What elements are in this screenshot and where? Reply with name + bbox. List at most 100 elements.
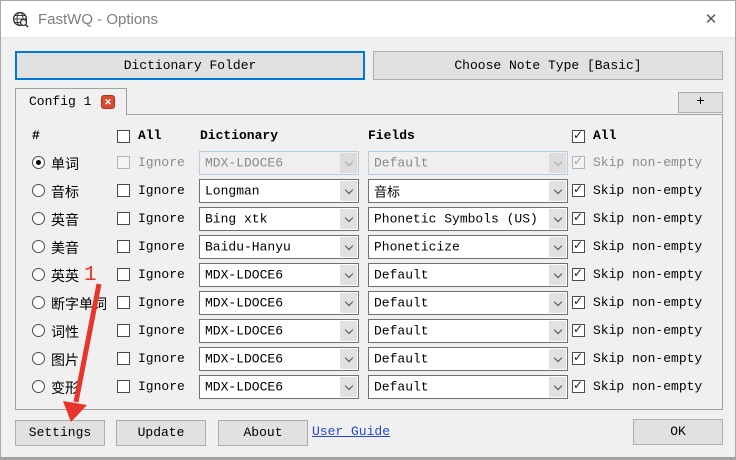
fields-select[interactable]: Phoneticize — [368, 235, 568, 259]
table-row: 变形 ✓ Ignore MDX-LDOCE6 Default ✓ Skip non-empt… — [16, 373, 722, 401]
chevron-down-icon — [549, 237, 566, 257]
dictionary-select[interactable]: MDX-LDOCE6 — [199, 263, 359, 287]
tab-label: Config 1 — [29, 94, 92, 109]
dictionary-select[interactable]: Longman — [199, 179, 359, 203]
ignore-checkbox[interactable]: ✓ — [117, 212, 130, 225]
skip-checkbox[interactable]: ✓ — [572, 378, 585, 393]
column-header-all-right: All — [593, 128, 617, 143]
row-radio[interactable] — [32, 184, 45, 197]
globe-search-icon — [12, 11, 29, 28]
skip-checkbox[interactable]: ✓ — [572, 322, 585, 337]
field-value: Default — [374, 155, 429, 171]
chevron-down-icon — [340, 153, 357, 173]
column-header-fields: Fields — [368, 128, 415, 143]
ignore-checkbox[interactable]: ✓ — [117, 156, 130, 169]
add-config-tab-button[interactable]: + — [678, 92, 723, 113]
skip-label: Skip non-empty — [593, 239, 703, 254]
skip-label: Skip non-empty — [593, 211, 703, 226]
dictionary-select[interactable]: MDX-LDOCE6 — [199, 319, 359, 343]
dictionary-select[interactable]: Baidu-Hanyu — [199, 235, 359, 259]
close-icon[interactable]: ✕ — [697, 8, 725, 32]
user-guide-link[interactable]: User Guide — [312, 424, 390, 439]
skip-checkbox[interactable]: ✓ — [572, 210, 585, 225]
skip-checkbox[interactable]: ✓ — [572, 294, 585, 309]
all-ignore-checkbox[interactable]: ✓ — [117, 130, 130, 143]
field-value: Phoneticize — [374, 239, 460, 255]
fields-select[interactable]: Default — [368, 375, 568, 399]
row-radio[interactable] — [32, 324, 45, 337]
update-button[interactable]: Update — [116, 420, 206, 446]
fields-select[interactable]: 音标 — [368, 179, 568, 203]
ignore-checkbox[interactable]: ✓ — [117, 324, 130, 337]
fields-select[interactable]: Default — [368, 347, 568, 371]
column-header-number: # — [32, 128, 40, 143]
table-row: 断字单词 ✓ Ignore MDX-LDOCE6 Default ✓ Skip non-em… — [16, 289, 722, 317]
row-label: 美音 — [51, 242, 79, 258]
dictionary-value: Baidu-Hanyu — [205, 239, 291, 255]
ignore-checkbox[interactable]: ✓ — [117, 184, 130, 197]
table-row: 英英 ✓ Ignore MDX-LDOCE6 Default ✓ Skip non-empt… — [16, 261, 722, 289]
fields-select[interactable]: Default — [368, 291, 568, 315]
ignore-label: Ignore — [138, 295, 185, 310]
column-header-dictionary: Dictionary — [200, 128, 279, 143]
row-label: 英英 — [51, 270, 79, 286]
dictionary-select[interactable]: Bing xtk — [199, 207, 359, 231]
ignore-label: Ignore — [138, 323, 185, 338]
all-skip-checkbox[interactable]: ✓ — [572, 128, 585, 143]
skip-checkbox[interactable]: ✓ — [572, 154, 585, 169]
chevron-down-icon — [340, 349, 357, 369]
skip-checkbox[interactable]: ✓ — [572, 182, 585, 197]
table-row: 音标 ✓ Ignore Longman 音标 ✓ Skip non-empty — [16, 177, 722, 205]
ignore-label: Ignore — [138, 379, 185, 394]
row-radio[interactable] — [32, 156, 45, 169]
about-button[interactable]: About — [218, 420, 308, 446]
skip-label: Skip non-empty — [593, 155, 703, 170]
row-radio[interactable] — [32, 268, 45, 281]
options-window: FastWQ - Options ✕ Dictionary Folder Cho… — [0, 0, 736, 460]
table-row: 图片 ✓ Ignore MDX-LDOCE6 Default ✓ Skip non-empt… — [16, 345, 722, 373]
fields-select[interactable]: Default — [368, 319, 568, 343]
chevron-down-icon — [549, 265, 566, 285]
field-value: Default — [374, 267, 429, 283]
dictionary-value: MDX-LDOCE6 — [205, 351, 284, 367]
dictionary-value: MDX-LDOCE6 — [205, 295, 284, 311]
tab-close-icon[interactable]: ✕ — [101, 95, 115, 109]
skip-label: Skip non-empty — [593, 183, 703, 198]
skip-checkbox[interactable]: ✓ — [572, 266, 585, 281]
ignore-label: Ignore — [138, 267, 185, 282]
ignore-checkbox[interactable]: ✓ — [117, 240, 130, 253]
row-label: 词性 — [51, 326, 79, 342]
dictionary-select[interactable]: MDX-LDOCE6 — [199, 291, 359, 315]
check-icon: ✓ — [573, 266, 584, 280]
dictionary-select[interactable]: MDX-LDOCE6 — [199, 375, 359, 399]
row-radio[interactable] — [32, 240, 45, 253]
field-value: Default — [374, 295, 429, 311]
skip-checkbox[interactable]: ✓ — [572, 238, 585, 253]
ignore-checkbox[interactable]: ✓ — [117, 296, 130, 309]
ignore-checkbox[interactable]: ✓ — [117, 268, 130, 281]
config-table-pane: # ✓ All Dictionary Fields ✓ All 单词 ✓ Ignor… — [15, 114, 723, 410]
check-icon: ✓ — [573, 154, 584, 168]
ok-button[interactable]: OK — [633, 419, 723, 445]
ignore-checkbox[interactable]: ✓ — [117, 380, 130, 393]
ignore-checkbox[interactable]: ✓ — [117, 352, 130, 365]
choose-note-type-button[interactable]: Choose Note Type [Basic] — [373, 51, 723, 80]
fields-select[interactable]: Phonetic Symbols (US) — [368, 207, 568, 231]
settings-button[interactable]: Settings — [15, 420, 105, 446]
tab-config-1[interactable]: Config 1 ✕ — [15, 88, 127, 115]
field-value: Default — [374, 351, 429, 367]
ignore-label: Ignore — [138, 183, 185, 198]
row-radio[interactable] — [32, 212, 45, 225]
fields-select[interactable]: Default — [368, 263, 568, 287]
row-radio[interactable] — [32, 380, 45, 393]
ignore-label: Ignore — [138, 351, 185, 366]
row-radio[interactable] — [32, 352, 45, 365]
check-icon: ✓ — [573, 294, 584, 308]
dictionary-select[interactable]: MDX-LDOCE6 — [199, 347, 359, 371]
fields-select[interactable]: Default — [368, 151, 568, 175]
dictionary-folder-button[interactable]: Dictionary Folder — [15, 51, 365, 80]
row-radio[interactable] — [32, 296, 45, 309]
dictionary-value: MDX-LDOCE6 — [205, 155, 284, 171]
dictionary-select[interactable]: MDX-LDOCE6 — [199, 151, 359, 175]
skip-checkbox[interactable]: ✓ — [572, 350, 585, 365]
